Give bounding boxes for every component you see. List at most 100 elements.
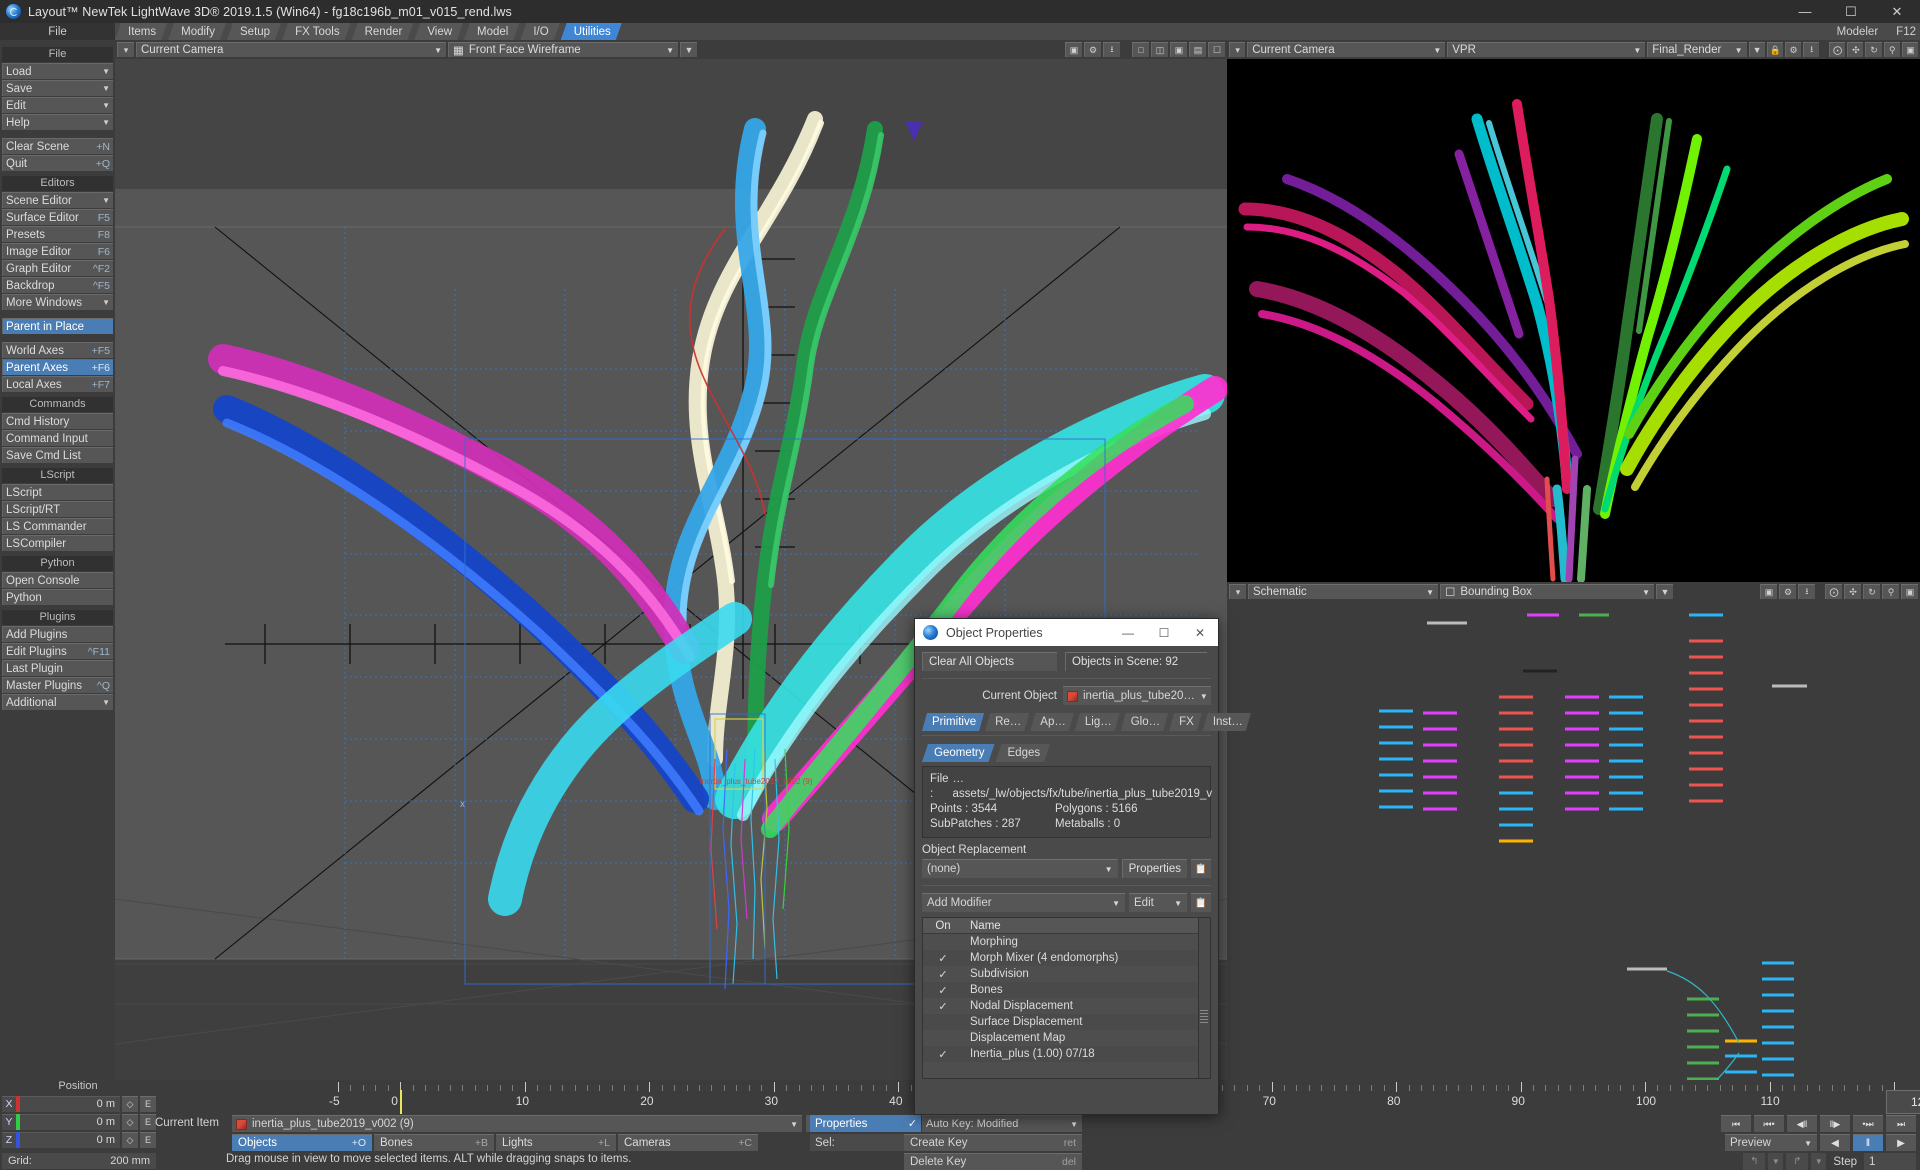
vpr-maximize-icon[interactable]: ▣ bbox=[1901, 42, 1919, 57]
sidebar-item-ls-commander[interactable]: LS Commander bbox=[2, 518, 113, 534]
render-preset-extra-chevron-icon[interactable]: ▼ bbox=[1748, 42, 1765, 57]
tab-view[interactable]: View bbox=[414, 23, 463, 40]
table-row[interactable]: ✓ Bones bbox=[923, 982, 1198, 998]
viewport-layout-2-icon[interactable]: ◫ bbox=[1151, 42, 1168, 57]
sidebar-item-last-plugin[interactable]: Last Plugin bbox=[2, 660, 113, 676]
sidebar-item-load[interactable]: Load ▼ bbox=[2, 63, 113, 79]
dialog-close-icon[interactable]: ✕ bbox=[1182, 619, 1218, 646]
sidebar-item-additional[interactable]: Additional ▼ bbox=[2, 694, 113, 710]
viewport-options-chevron-icon[interactable]: ▼ bbox=[680, 42, 697, 57]
modifier-list[interactable]: On Name Morphing ✓ Morph Mixer (4 endomorp… bbox=[922, 917, 1211, 1079]
clear-all-objects-button[interactable]: Clear All Objects bbox=[922, 652, 1057, 671]
sidebar-item-save[interactable]: Save ▼ bbox=[2, 80, 113, 96]
schematic-display-mode-select[interactable]: ☐ Bounding Box ▼ bbox=[1440, 584, 1654, 599]
vpr-mode-select[interactable]: VPR ▼ bbox=[1447, 42, 1646, 57]
sidebar-item-more-windows[interactable]: More Windows ▼ bbox=[2, 294, 113, 310]
table-row[interactable]: ✓ Morph Mixer (4 endomorphs) bbox=[923, 950, 1198, 966]
property-tab-3[interactable]: Lig… bbox=[1075, 713, 1120, 731]
next-key-icon[interactable]: •⏭ bbox=[1853, 1115, 1883, 1132]
tab-items[interactable]: Items bbox=[115, 23, 167, 40]
axis-value-z[interactable]: 0 m bbox=[20, 1131, 120, 1148]
step-back-icon[interactable]: ◀‖ bbox=[1787, 1115, 1817, 1132]
zoom-icon[interactable]: ⚲ bbox=[1883, 42, 1900, 57]
create-key-button[interactable]: Create Key ret bbox=[904, 1134, 1082, 1151]
sidebar-item-lscript-rt[interactable]: LScript/RT bbox=[2, 501, 113, 517]
table-row[interactable]: Displacement Map bbox=[923, 1030, 1198, 1046]
target-icon[interactable]: ⨀ bbox=[1825, 584, 1842, 599]
modifier-enabled-checkmark[interactable]: ✓ bbox=[923, 968, 963, 981]
select-mode-objects[interactable]: Objects +O bbox=[232, 1134, 372, 1151]
sub-tab-edges[interactable]: Edges bbox=[996, 744, 1051, 762]
sidebar-item-surface-editor[interactable]: Surface Editor F5 bbox=[2, 209, 113, 225]
save-image-icon[interactable]: ⭳ bbox=[1103, 42, 1120, 57]
zoom-icon[interactable]: ⚲ bbox=[1882, 584, 1899, 599]
schematic-options-chevron-icon[interactable]: ▼ bbox=[1656, 584, 1673, 599]
viewport-menu-icon[interactable]: ▾ bbox=[117, 42, 134, 57]
maximize-icon[interactable]: ☐ bbox=[1828, 0, 1874, 23]
save-image-icon[interactable]: ⭳ bbox=[1798, 584, 1815, 599]
chevron-down-icon[interactable]: ▼ bbox=[1768, 1153, 1784, 1170]
tab-model[interactable]: Model bbox=[464, 23, 519, 40]
sidebar-item-command-input[interactable]: Command Input bbox=[2, 430, 113, 446]
camera-icon[interactable]: ▣ bbox=[1065, 42, 1082, 57]
viewport-layout-1-icon[interactable]: □ bbox=[1132, 42, 1149, 57]
rotate-icon[interactable]: ↻ bbox=[1865, 42, 1882, 57]
axis-diamond-icon[interactable]: ◇ bbox=[122, 1131, 138, 1148]
play-forward-button[interactable]: ▶ bbox=[1886, 1134, 1916, 1151]
property-tab-6[interactable]: Inst… bbox=[1203, 713, 1251, 731]
modifier-enabled-checkmark[interactable]: ✓ bbox=[923, 1048, 963, 1061]
tab-i-o[interactable]: I/O bbox=[520, 23, 559, 40]
sidebar-item-master-plugins[interactable]: Master Plugins ^Q bbox=[2, 677, 113, 693]
sidebar-item-python[interactable]: Python bbox=[2, 589, 113, 605]
minimize-icon[interactable]: — bbox=[1782, 0, 1828, 23]
current-object-select[interactable]: inertia_plus_tube20… ▼ bbox=[1063, 686, 1211, 705]
step-value-field[interactable]: 1 bbox=[1864, 1153, 1916, 1170]
sidebar-item-edit[interactable]: Edit ▼ bbox=[2, 97, 113, 113]
tab-modify[interactable]: Modify bbox=[168, 23, 226, 40]
sidebar-item-save-cmd-list[interactable]: Save Cmd List bbox=[2, 447, 113, 463]
viewport-maximize-icon[interactable]: ☐ bbox=[1208, 42, 1225, 57]
viewport-layout-4-icon[interactable]: ▤ bbox=[1189, 42, 1206, 57]
property-tab-5[interactable]: FX bbox=[1169, 713, 1202, 731]
axis-value-y[interactable]: 0 m bbox=[20, 1113, 120, 1130]
dialog-minimize-icon[interactable]: — bbox=[1110, 619, 1146, 646]
scrollbar-grip[interactable] bbox=[1200, 1010, 1208, 1024]
autokey-checkbox[interactable]: ✓ bbox=[904, 1115, 921, 1132]
table-row[interactable]: ✓ Subdivision bbox=[923, 966, 1198, 982]
property-tab-1[interactable]: Re… bbox=[985, 713, 1029, 731]
sidebar-item-cmd-history[interactable]: Cmd History bbox=[2, 413, 113, 429]
end-frame-field[interactable]: 120 bbox=[1886, 1090, 1920, 1114]
sidebar-item-quit[interactable]: Quit +Q bbox=[2, 155, 113, 171]
tab-setup[interactable]: Setup bbox=[227, 23, 281, 40]
target-icon[interactable]: ⨀ bbox=[1829, 42, 1846, 57]
axis-diamond-icon[interactable]: ◇ bbox=[122, 1095, 138, 1112]
sub-tab-geometry[interactable]: Geometry bbox=[922, 744, 995, 762]
sidebar-item-parent-in-place[interactable]: Parent in Place bbox=[2, 318, 113, 334]
axis-toggle-y[interactable]: Y bbox=[2, 1113, 16, 1130]
sidebar-item-lscompiler[interactable]: LSCompiler bbox=[2, 535, 113, 551]
sidebar-item-add-plugins[interactable]: Add Plugins bbox=[2, 626, 113, 642]
properties-button[interactable]: Properties p bbox=[810, 1115, 918, 1132]
axis-envelope-button[interactable]: E bbox=[140, 1095, 156, 1112]
sidebar-item-local-axes[interactable]: Local Axes +F7 bbox=[2, 376, 113, 392]
step-forward-icon[interactable]: ‖▶ bbox=[1820, 1115, 1850, 1132]
gear-icon[interactable]: ⚙ bbox=[1784, 42, 1802, 57]
object-properties-dialog[interactable]: Object Properties — ☐ ✕ Clear All Object… bbox=[914, 618, 1219, 1115]
sidebar-item-parent-axes[interactable]: Parent Axes +F6 bbox=[2, 359, 113, 375]
table-row[interactable] bbox=[923, 1062, 1198, 1078]
sidebar-item-backdrop[interactable]: Backdrop ^F5 bbox=[2, 277, 113, 293]
sidebar-item-clear-scene[interactable]: Clear Scene +N bbox=[2, 138, 113, 154]
gear-icon[interactable]: ⚙ bbox=[1084, 42, 1101, 57]
axis-envelope-button[interactable]: E bbox=[140, 1131, 156, 1148]
add-modifier-select[interactable]: Add Modifier ▼ bbox=[922, 893, 1125, 912]
table-row[interactable]: ✓ Nodal Displacement bbox=[923, 998, 1198, 1014]
sidebar-item-graph-editor[interactable]: Graph Editor ^F2 bbox=[2, 260, 113, 276]
move-icon[interactable]: ✣ bbox=[1844, 584, 1861, 599]
axis-toggle-x[interactable]: X bbox=[2, 1095, 16, 1112]
table-row[interactable]: ✓ Inertia_plus (1.00) 07/18 bbox=[923, 1046, 1198, 1062]
go-to-end-icon[interactable]: ⏭ bbox=[1886, 1115, 1916, 1132]
modifier-enabled-checkmark[interactable]: ✓ bbox=[923, 984, 963, 997]
viewport-display-mode-select[interactable]: ▦ Front Face Wireframe ▼ bbox=[448, 42, 678, 57]
camera-icon[interactable]: ▣ bbox=[1760, 584, 1777, 599]
tab-fx-tools[interactable]: FX Tools bbox=[282, 23, 351, 40]
